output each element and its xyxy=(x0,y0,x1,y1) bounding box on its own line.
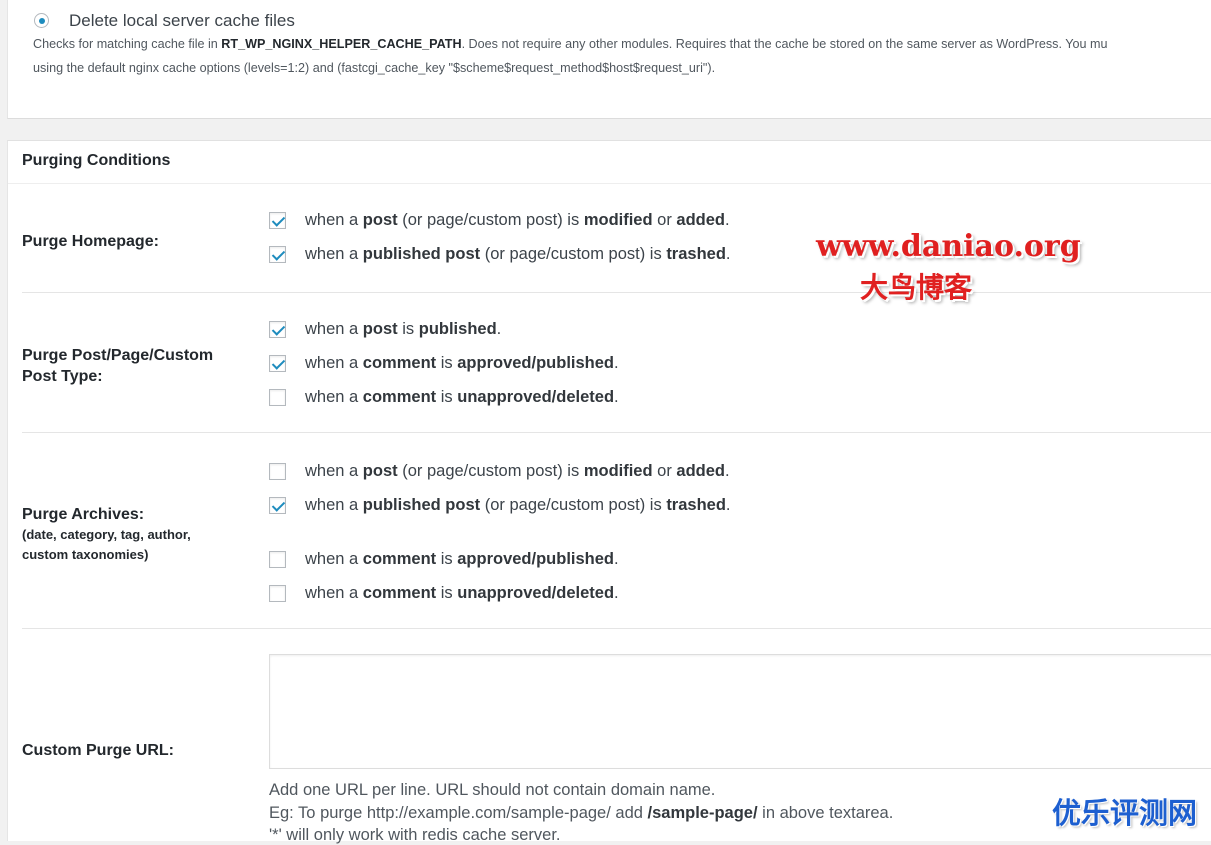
site-url-watermark: www.daniao.org xyxy=(816,229,1081,264)
row-divider xyxy=(22,628,1211,629)
delete-cache-files-radio[interactable] xyxy=(34,13,49,28)
custom-url-help-line1: Add one URL per line. URL should not con… xyxy=(269,781,716,799)
comment-unapproved-option: when a comment is unapproved/deleted. xyxy=(305,388,619,406)
row-divider xyxy=(22,292,1211,293)
header-divider xyxy=(8,183,1211,184)
custom-purge-url-label: Custom Purge URL: xyxy=(22,742,174,759)
archives-trashed-checkbox[interactable] xyxy=(269,497,286,514)
comment-approved-option: when a comment is approved/published. xyxy=(305,354,619,372)
custom-purge-url-textarea[interactable] xyxy=(269,654,1211,769)
archives-modified-option: when a post (or page/custom post) is mod… xyxy=(305,462,730,480)
custom-url-help-line2: Eg: To purge http://example.com/sample-p… xyxy=(269,804,894,822)
archives-comment-unapproved-option: when a comment is unapproved/deleted. xyxy=(305,584,619,602)
site-name-watermark: 大鸟博客 xyxy=(860,271,973,304)
purge-archives-sublabel: (date, category, tag, author, custom taxo… xyxy=(22,527,191,562)
comment-approved-checkbox[interactable] xyxy=(269,355,286,372)
homepage-trashed-checkbox[interactable] xyxy=(269,246,286,263)
homepage-modified-option: when a post (or page/custom post) is mod… xyxy=(305,211,730,229)
post-published-option: when a post is published. xyxy=(305,320,502,338)
row-divider xyxy=(22,432,1211,433)
archives-comment-approved-option: when a comment is approved/published. xyxy=(305,550,619,568)
homepage-modified-checkbox[interactable] xyxy=(269,212,286,229)
purge-archives-label: Purge Archives: xyxy=(22,506,145,523)
homepage-trashed-option: when a published post (or page/custom po… xyxy=(305,245,731,263)
cache-method-description: Checks for matching cache file in RT_WP_… xyxy=(33,37,1108,51)
archives-comment-approved-checkbox[interactable] xyxy=(269,551,286,568)
purge-post-type-label: Purge Post/Page/Custom Post Type: xyxy=(22,347,214,385)
cache-method-description-line2: using the default nginx cache options (l… xyxy=(33,61,716,75)
section-title: Purging Conditions xyxy=(22,152,171,169)
archives-trashed-option: when a published post (or page/custom po… xyxy=(305,496,731,514)
comment-unapproved-checkbox[interactable] xyxy=(269,389,286,406)
archives-comment-unapproved-checkbox[interactable] xyxy=(269,585,286,602)
delete-cache-files-label: Delete local server cache files xyxy=(69,11,295,30)
purge-homepage-label: Purge Homepage: xyxy=(22,233,159,250)
archives-modified-checkbox[interactable] xyxy=(269,463,286,480)
corner-watermark: 优乐评测网 xyxy=(1052,798,1198,830)
post-published-checkbox[interactable] xyxy=(269,321,286,338)
custom-url-help-line3: '*' will only work with redis cache serv… xyxy=(269,826,561,844)
